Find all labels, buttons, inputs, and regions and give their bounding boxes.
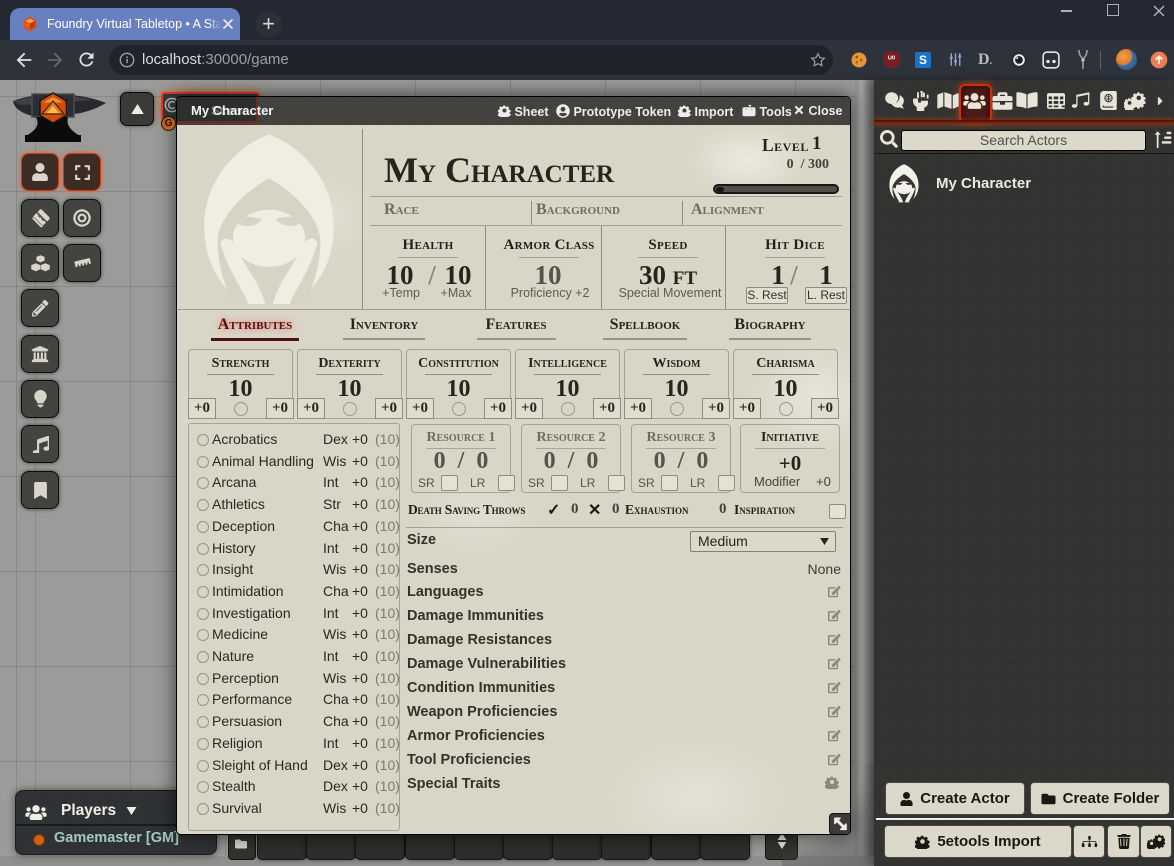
svg-text:U0: U0 [888, 56, 895, 62]
